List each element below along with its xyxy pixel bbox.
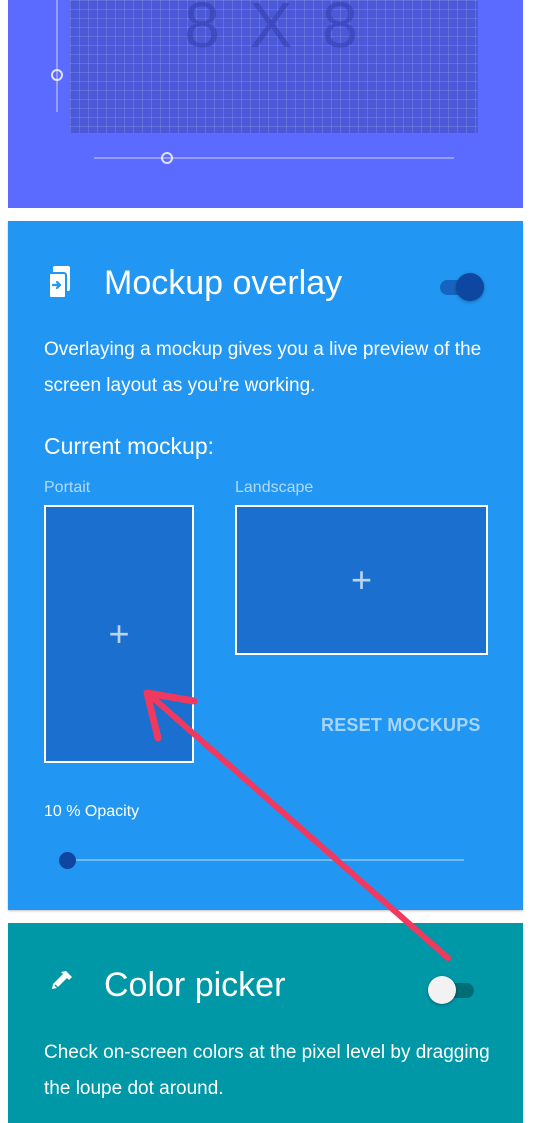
mockup-overlay-card: Mockup overlay Overlaying a mockup gives…: [8, 221, 523, 910]
opacity-label: 10 % Opacity: [44, 803, 140, 820]
color-picker-description: Check on-screen colors at the pixel leve…: [44, 1042, 490, 1099]
mockup-overlay-description: Overlaying a mockup gives you a live pre…: [44, 339, 482, 396]
mockup-overlay-toggle[interactable]: [436, 272, 486, 302]
portrait-mockup-slot[interactable]: +: [44, 505, 194, 763]
reset-mockups-button[interactable]: RESET MOCKUPS: [321, 715, 481, 736]
add-portrait-icon: +: [108, 613, 130, 654]
color-picker-toggle[interactable]: [428, 975, 484, 1005]
color-picker-card: Color picker Check on-screen colors at t…: [8, 923, 523, 1123]
eyedropper-icon: [52, 971, 72, 991]
landscape-mockup-slot[interactable]: +: [235, 505, 488, 655]
opacity-slider-track[interactable]: [67, 859, 464, 861]
landscape-label: Landscape: [235, 479, 314, 496]
grid-horizontal-slider-thumb[interactable]: [161, 152, 173, 164]
mockup-overlay-title: Mockup overlay: [104, 264, 343, 302]
current-mockup-label: Current mockup:: [44, 433, 215, 459]
opacity-slider-thumb[interactable]: [59, 852, 76, 869]
grid-vertical-slider-track[interactable]: [56, 0, 58, 112]
phone-arrow-icon: [48, 266, 70, 299]
grid-vertical-slider-thumb[interactable]: [51, 69, 63, 81]
portrait-label: Portait: [44, 479, 91, 496]
color-picker-title: Color picker: [104, 966, 286, 1004]
grid-horizontal-slider-track[interactable]: [94, 157, 454, 159]
add-landscape-icon: +: [350, 559, 373, 600]
grid-overlay-card: 8 X 8: [8, 0, 523, 208]
grid-size-text: 8 X 8: [184, 0, 364, 61]
